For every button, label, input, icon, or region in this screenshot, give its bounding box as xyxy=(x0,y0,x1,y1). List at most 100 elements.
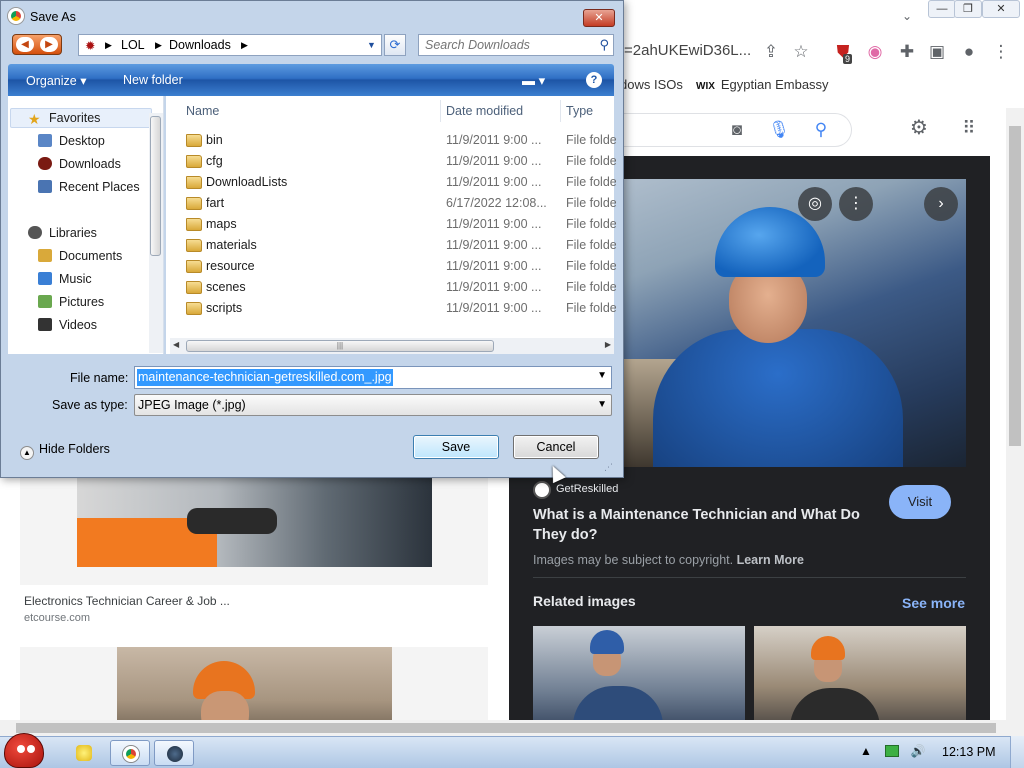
lens-icon[interactable]: ◎ xyxy=(798,187,832,221)
result-title[interactable]: Electronics Technician Career & Job ... xyxy=(24,594,230,608)
file-row[interactable]: scenes 11/9/2011 9:00 ... File folder xyxy=(186,278,616,298)
menu-icon[interactable]: ⋮ xyxy=(990,42,1012,62)
result-image[interactable] xyxy=(77,478,432,567)
bookmark-embassy[interactable]: WIX Egyptian Embassy xyxy=(696,77,829,92)
page-scrollbar[interactable] xyxy=(1006,108,1024,736)
scroll-left-icon[interactable]: ◀ xyxy=(173,340,179,349)
file-row[interactable]: DownloadLists 11/9/2011 9:00 ... File fold… xyxy=(186,173,616,193)
file-row[interactable]: materials 11/9/2011 9:00 ... File folder xyxy=(186,236,616,256)
address-dropdown-icon[interactable]: ▼ xyxy=(367,40,376,50)
breadcrumb-arrow-icon[interactable]: ▶ xyxy=(105,40,112,51)
file-row[interactable]: cfg 11/9/2011 9:00 ... File folder xyxy=(186,152,616,172)
taskbar-chrome[interactable] xyxy=(110,740,150,766)
organize-button[interactable]: Organize ▾ xyxy=(26,73,86,88)
scroll-right-icon[interactable]: ▶ xyxy=(605,340,611,349)
camera-icon[interactable]: ◙ xyxy=(726,120,748,140)
nav-pictures[interactable]: Pictures xyxy=(38,294,104,310)
back-arrow-icon[interactable]: ◀ xyxy=(16,37,34,52)
file-date: 11/9/2011 9:00 ... xyxy=(446,301,542,315)
microphone-icon[interactable]: 🎙 xyxy=(768,120,790,140)
column-date-modified[interactable]: Date modified xyxy=(446,104,523,118)
file-row[interactable]: bin 11/9/2011 9:00 ... File folder xyxy=(186,131,616,151)
next-image-icon[interactable]: › xyxy=(924,187,958,221)
search-icon[interactable]: ⚲ xyxy=(810,120,832,140)
save-button[interactable]: Save xyxy=(413,435,499,459)
bookmark-label: Egyptian Embassy xyxy=(720,77,829,92)
tray-expand-icon[interactable]: ▲ xyxy=(860,744,872,758)
cancel-button[interactable]: Cancel xyxy=(513,435,599,459)
nav-desktop[interactable]: Desktop xyxy=(38,133,105,149)
preview-title[interactable]: What is a Maintenance Technician and Wha… xyxy=(533,505,873,545)
file-row[interactable]: resource 11/9/2011 9:00 ... File folder xyxy=(186,257,616,277)
learn-more-link[interactable]: Learn More xyxy=(737,553,804,567)
minimize-button[interactable]: — xyxy=(928,0,956,18)
search-icon[interactable]: ⚲ xyxy=(599,37,609,53)
puzzle-icon[interactable]: ✚ xyxy=(896,42,918,62)
share-icon[interactable]: ⇪ xyxy=(760,42,782,62)
file-name-value[interactable]: maintenance-technician-getreskilled.com_… xyxy=(137,369,393,386)
file-name-input[interactable]: maintenance-technician-getreskilled.com_… xyxy=(134,366,612,389)
apps-grid-icon[interactable]: ⠿ xyxy=(958,118,980,138)
nav-music[interactable]: Music xyxy=(38,271,92,287)
settings-gear-icon[interactable]: ⚙ xyxy=(908,118,930,138)
breadcrumb-arrow-icon[interactable]: ▶ xyxy=(241,40,248,51)
folder-address-bar[interactable]: ✹ ▶ LOL ▶ Downloads ▶ ▼ xyxy=(78,34,382,56)
restore-button[interactable]: ❐ xyxy=(954,0,982,18)
change-view-icon[interactable]: ▬ ▾ xyxy=(522,73,545,89)
nav-pane-scrollbar[interactable] xyxy=(149,113,163,353)
nav-libraries[interactable]: Libraries xyxy=(28,225,97,241)
breadcrumb-downloads[interactable]: Downloads xyxy=(169,38,231,52)
file-row[interactable]: maps 11/9/2011 9:00 ... File folder xyxy=(186,215,616,235)
breadcrumb-arrow-icon[interactable]: ▶ xyxy=(155,40,162,51)
file-list-horizontal-scrollbar[interactable]: ◀ ||| ▶ xyxy=(170,338,614,354)
nav-favorites[interactable]: ★ Favorites xyxy=(28,110,100,127)
column-type[interactable]: Type xyxy=(566,104,593,118)
close-window-button[interactable]: ✕ xyxy=(982,0,1020,18)
volume-icon[interactable]: 🔊 xyxy=(911,744,926,758)
hide-folders-button[interactable]: ▲ Hide Folders xyxy=(20,442,110,460)
breadcrumb-lol[interactable]: LOL xyxy=(121,38,145,52)
resize-grip-icon[interactable]: ⋰ xyxy=(604,462,613,473)
nav-documents[interactable]: Documents xyxy=(38,248,122,264)
address-bar-url[interactable]: =2ahUKEwiD36L... xyxy=(624,42,751,59)
taskbar-explorer[interactable] xyxy=(64,740,104,766)
taskbar-steam[interactable] xyxy=(154,740,194,766)
see-more-link[interactable]: See more xyxy=(902,595,965,611)
bookmark-star-icon[interactable]: ☆ xyxy=(790,42,812,62)
file-name: scripts xyxy=(206,301,243,315)
more-options-icon[interactable]: ⋮ xyxy=(839,187,873,221)
help-icon[interactable]: ? xyxy=(586,72,602,88)
refresh-icon[interactable]: ⟳ xyxy=(384,34,406,56)
preview-source[interactable]: GetReskilled xyxy=(556,483,618,495)
file-type: File folder xyxy=(566,133,616,147)
forward-arrow-icon[interactable]: ▶ xyxy=(40,37,58,52)
taskbar-clock[interactable]: 12:13 PM xyxy=(942,745,996,759)
column-name[interactable]: Name xyxy=(186,104,219,118)
save-type-select[interactable]: JPEG Image (*.jpg) ▼ xyxy=(134,394,612,416)
side-panel-icon[interactable]: ▣ xyxy=(926,42,948,62)
start-button[interactable] xyxy=(0,733,46,768)
nav-recent-places[interactable]: Recent Places xyxy=(38,179,140,195)
file-row[interactable]: fart 6/17/2022 12:08... File folder xyxy=(186,194,616,214)
search-downloads-box[interactable]: ⚲ xyxy=(418,34,614,56)
show-desktop-button[interactable] xyxy=(1010,736,1024,768)
chevron-down-icon[interactable]: ▼ xyxy=(597,399,607,410)
scroll-thumb[interactable]: ||| xyxy=(186,340,494,352)
search-box[interactable]: ◙ 🎙 ⚲ xyxy=(600,113,852,147)
column-separator[interactable] xyxy=(440,100,441,122)
nav-downloads[interactable]: Downloads xyxy=(38,156,121,172)
dialog-close-button[interactable]: ✕ xyxy=(583,9,615,27)
bookmark-isos[interactable]: dows ISOs xyxy=(620,77,683,92)
network-icon[interactable] xyxy=(885,745,900,757)
chevron-down-icon[interactable]: ⌄ xyxy=(896,6,918,26)
horizontal-scrollbar[interactable] xyxy=(0,720,1006,736)
flag-extension-icon[interactable]: ◉ xyxy=(864,42,886,62)
file-row[interactable]: scripts 11/9/2011 9:00 ... File folder xyxy=(186,299,616,319)
new-folder-button[interactable]: New folder xyxy=(123,73,183,87)
column-separator[interactable] xyxy=(560,100,561,122)
search-downloads-input[interactable] xyxy=(425,38,585,52)
visit-button[interactable]: Visit xyxy=(889,485,951,519)
chevron-down-icon[interactable]: ▼ xyxy=(597,370,607,381)
profile-icon[interactable]: ● xyxy=(958,42,980,62)
nav-videos[interactable]: Videos xyxy=(38,317,97,333)
